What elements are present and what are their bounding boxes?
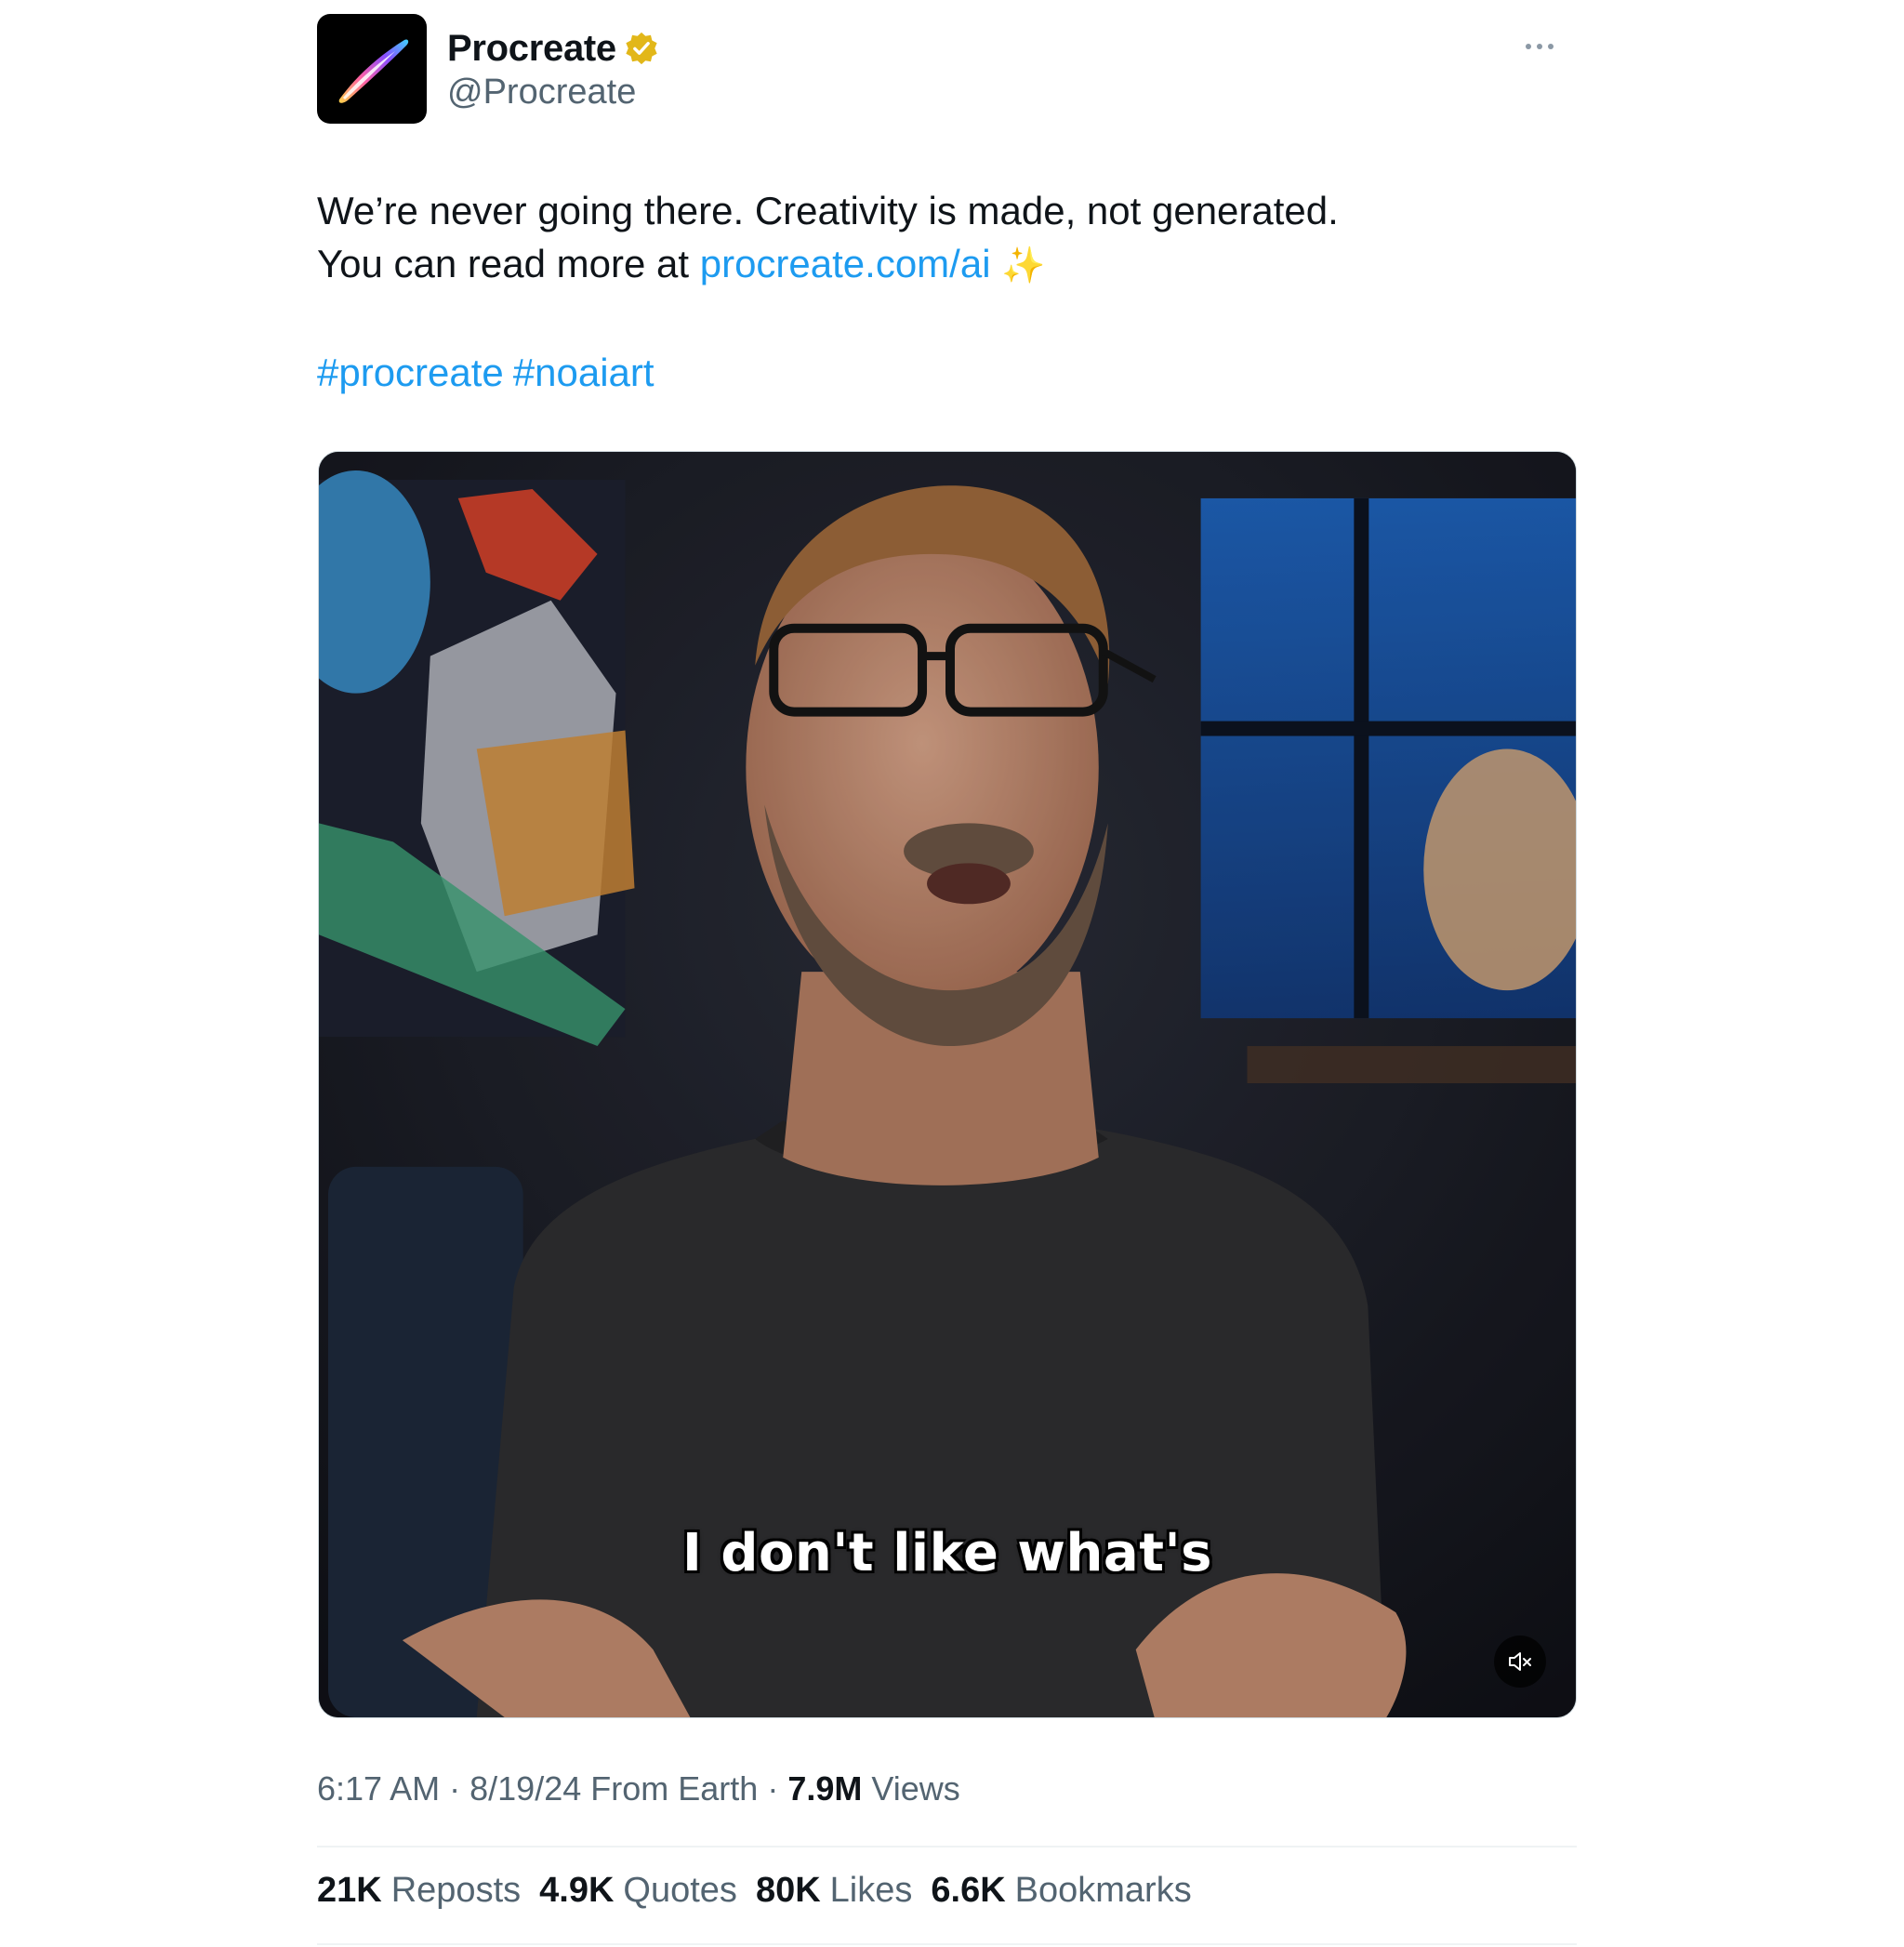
- sparkles-emoji: ✨: [1001, 246, 1046, 285]
- video-player[interactable]: I don't like what's: [318, 451, 1577, 1718]
- tweet-card: Procreate @Procreate We’re never going t…: [317, 0, 1577, 1947]
- tweet-text: We’re never going there. Creativity is m…: [317, 184, 1577, 293]
- quotes-label: Quotes: [623, 1871, 737, 1910]
- quotes-count: 4.9K: [539, 1871, 615, 1910]
- hashtags: #procreate #noaiart: [317, 346, 664, 399]
- handle[interactable]: @Procreate: [447, 71, 636, 113]
- avatar[interactable]: [317, 14, 427, 124]
- speaker-muted-icon: [1509, 1652, 1531, 1671]
- unmute-button[interactable]: [1494, 1636, 1546, 1688]
- bookmarks-stat[interactable]: 6.6K Bookmarks: [931, 1871, 1191, 1911]
- engagement-stats: 21K Reposts 4.9K Quotes 80K Likes 6.6K Bookm…: [317, 1871, 1210, 1911]
- bookmarks-label: Bookmarks: [1014, 1871, 1192, 1910]
- tweet-time[interactable]: 6:17 AM: [317, 1769, 440, 1808]
- reposts-label: Reposts: [390, 1871, 522, 1910]
- divider: [317, 1846, 1577, 1848]
- procreate-brush-logo-icon: [338, 39, 409, 103]
- meta-separator: ·: [767, 1769, 779, 1808]
- likes-stat[interactable]: 80K Likes: [756, 1871, 912, 1911]
- reposts-stat[interactable]: 21K Reposts: [317, 1871, 521, 1911]
- reposts-count: 21K: [317, 1871, 382, 1910]
- hashtag-link[interactable]: #noaiart: [513, 351, 654, 394]
- tweet-metadata: 6:17 AM · 8/19/24 From Earth · 7.9M View…: [317, 1769, 960, 1808]
- tweet-text-line-2: You can read more at procreate.com/ai ✨: [317, 237, 1577, 293]
- likes-count: 80K: [755, 1871, 821, 1910]
- more-options-button[interactable]: [1512, 28, 1567, 65]
- more-dot-icon: [1537, 44, 1542, 49]
- views-count[interactable]: 7.9M: [787, 1769, 862, 1808]
- tweet-date[interactable]: 8/19/24: [469, 1769, 581, 1808]
- tweet-text-line-1: We’re never going there. Creativity is m…: [317, 189, 1339, 232]
- more-dot-icon: [1548, 44, 1554, 49]
- display-name-row[interactable]: Procreate: [447, 26, 659, 71]
- tweet-source: From Earth: [590, 1769, 759, 1808]
- video-caption: I don't like what's: [682, 1523, 1212, 1583]
- likes-label: Likes: [829, 1871, 913, 1910]
- more-dot-icon: [1526, 44, 1531, 49]
- quotes-stat[interactable]: 4.9K Quotes: [539, 1871, 737, 1911]
- display-name[interactable]: Procreate: [447, 28, 616, 70]
- external-link[interactable]: procreate.com/ai: [700, 242, 991, 285]
- views-label[interactable]: Views: [871, 1769, 959, 1808]
- verified-badge-icon: [624, 31, 659, 66]
- divider: [317, 1943, 1577, 1945]
- tweet-text-prefix: You can read more at: [317, 242, 700, 285]
- hashtag-link[interactable]: #procreate: [317, 351, 504, 394]
- bookmarks-count: 6.6K: [931, 1871, 1006, 1910]
- meta-separator: ·: [449, 1769, 461, 1808]
